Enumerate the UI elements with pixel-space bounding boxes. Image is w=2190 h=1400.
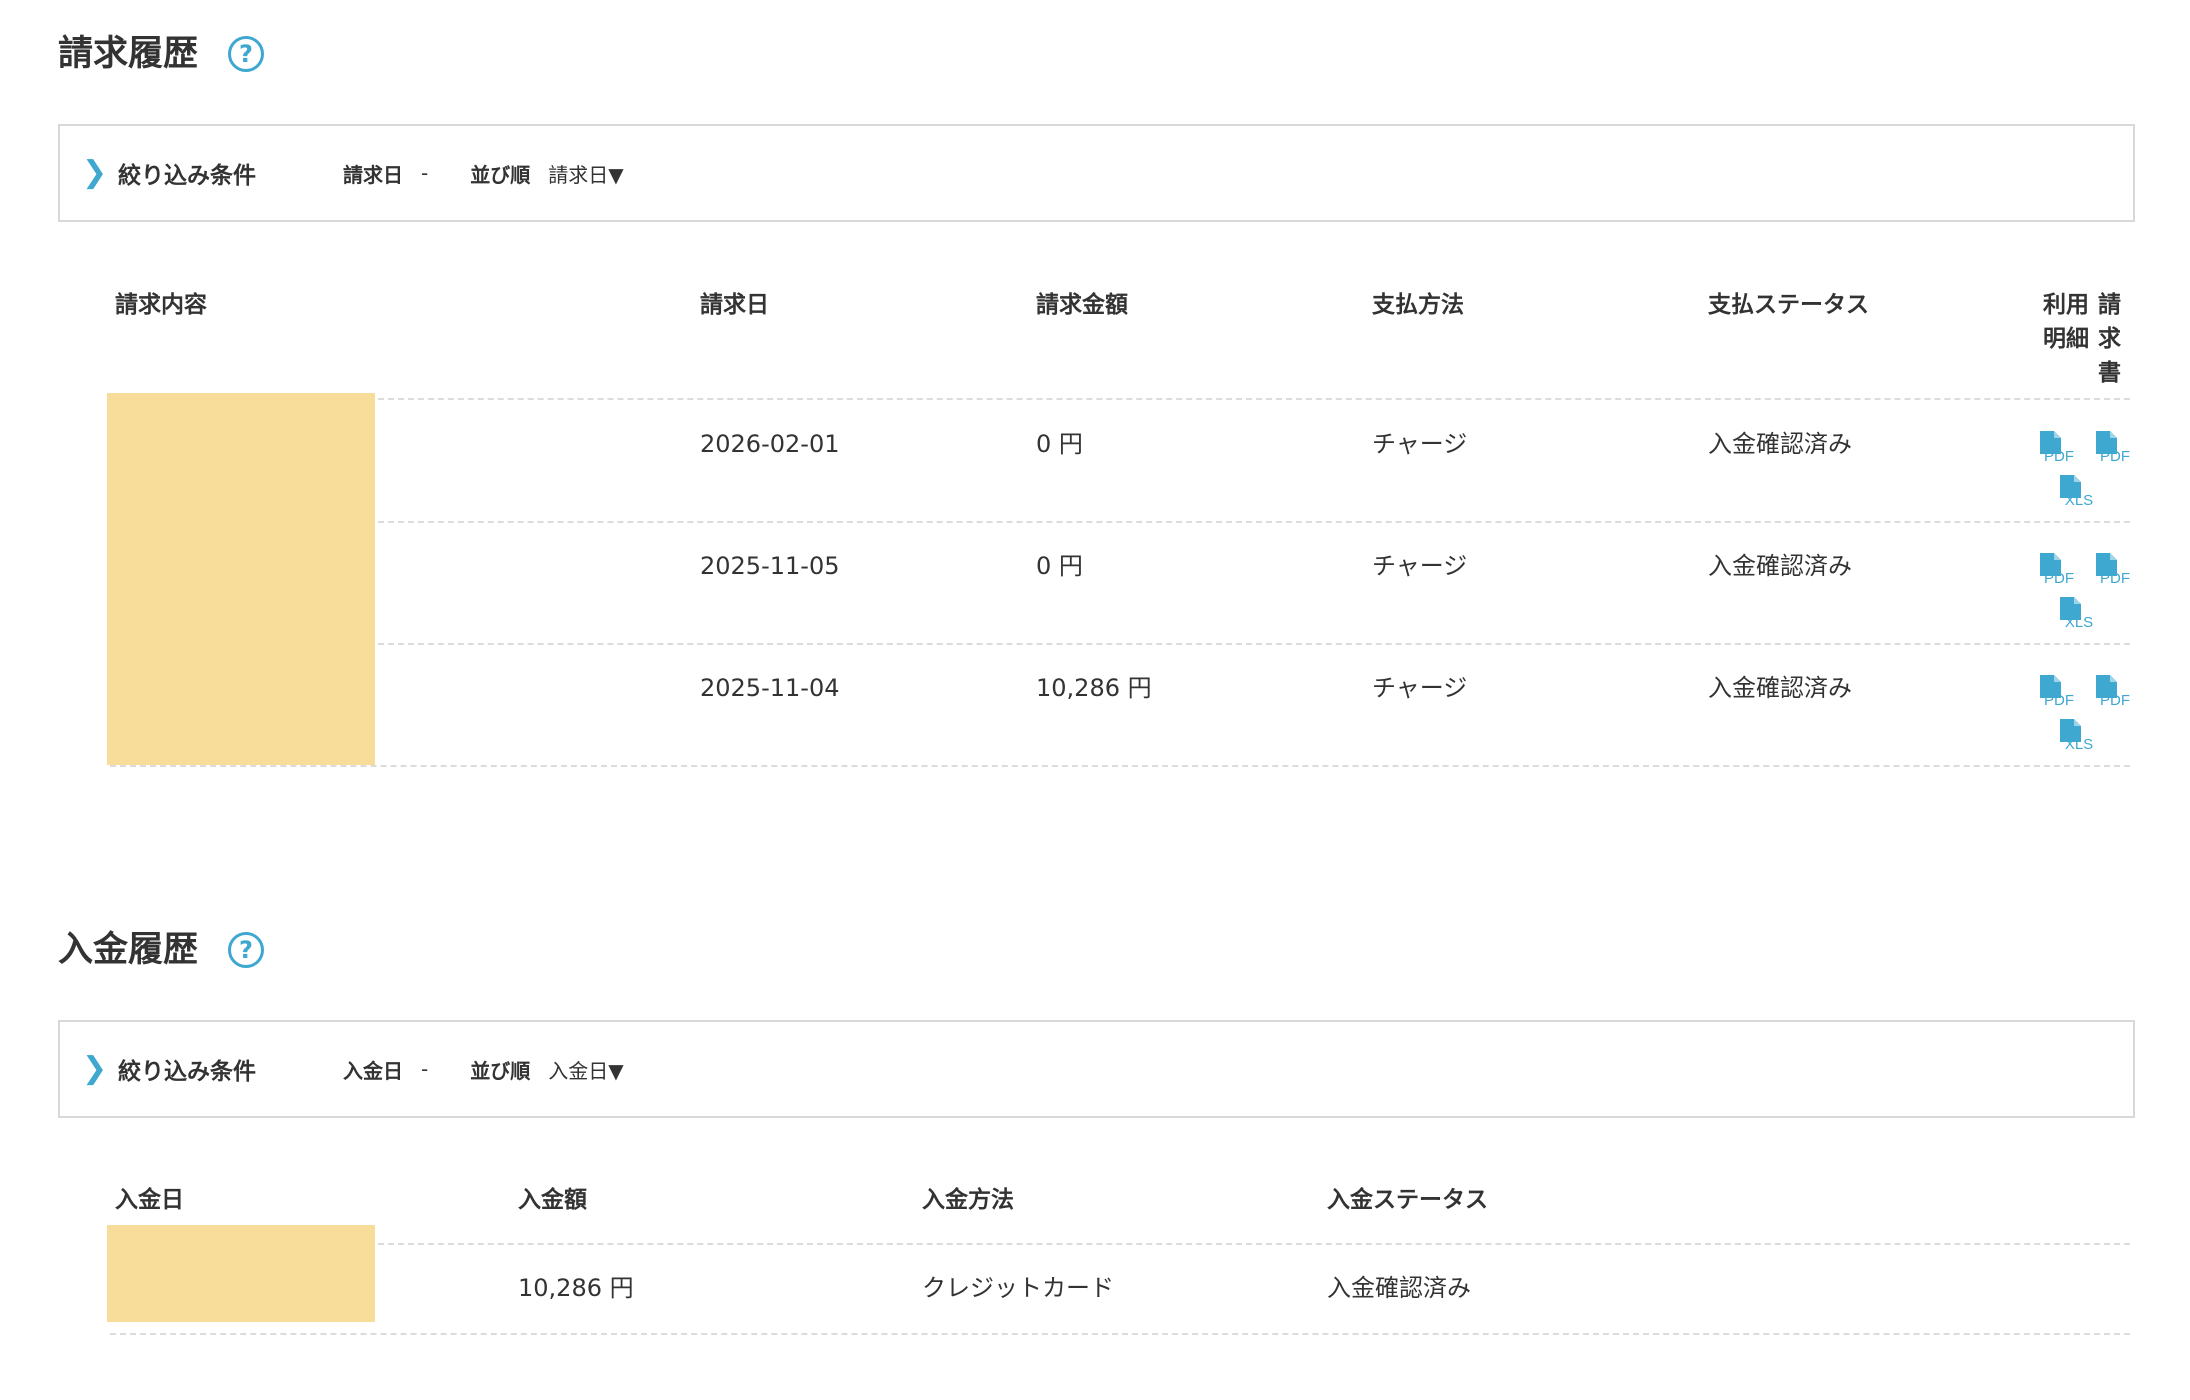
row-divider	[378, 398, 2130, 400]
file-type-label: XLS	[2065, 614, 2093, 630]
sort-order-label: 並び順	[470, 1058, 531, 1083]
payment-status-cell: 入金確認済み	[1708, 674, 1852, 702]
chevron-right-icon[interactable]: ❯	[82, 1054, 114, 1084]
payment-status-cell: 入金確認済み	[1708, 552, 1852, 580]
payment-method-cell: チャージ	[1372, 430, 1468, 458]
payment-method-cell: クレジットカード	[922, 1274, 1114, 1302]
file-icon-graphic: XLS	[2060, 475, 2093, 509]
file-icon-graphic: PDF	[2096, 553, 2130, 587]
billing-date-filter-label: 請求日	[343, 162, 403, 187]
sort-order-value[interactable]: 入金日▼	[548, 1055, 623, 1084]
column-header-usage-line2: 明細	[2043, 326, 2089, 352]
payment-method-cell: チャージ	[1372, 552, 1468, 580]
file-type-label: PDF	[2100, 570, 2130, 586]
billing-amount-cell: 0 円	[1036, 430, 1083, 458]
billing-history-title-text: 請求履歴	[58, 33, 199, 74]
sort-order-value[interactable]: 請求日▼	[548, 159, 623, 188]
column-header-billing-date: 請求日	[700, 292, 769, 318]
file-icon-graphic: PDF	[2096, 675, 2130, 709]
column-header-payment-date: 入金日	[115, 1187, 184, 1213]
file-type-label: PDF	[2044, 692, 2074, 708]
file-type-label: XLS	[2065, 492, 2093, 508]
file-icon-graphic: PDF	[2040, 675, 2074, 709]
payment-filter-bar[interactable]: ❯ 絞り込み条件 入金日 - 並び順 入金日▼	[58, 1020, 2135, 1118]
usage-pdf-download-icon[interactable]: PDF	[2038, 552, 2078, 587]
row-divider	[378, 1243, 2130, 1245]
column-header-invoice-line3: 書	[2098, 360, 2121, 386]
usage-xls-download-icon[interactable]: XLS	[2058, 474, 2098, 509]
payment-date-filter-label: 入金日	[343, 1058, 403, 1083]
usage-xls-download-icon[interactable]: XLS	[2058, 718, 2098, 753]
column-header-payment-method: 支払方法	[1372, 292, 1464, 318]
payment-date-filter-value: -	[421, 1057, 429, 1081]
column-header-usage-line1: 利用	[2043, 292, 2089, 318]
file-type-label: PDF	[2100, 448, 2130, 464]
invoice-pdf-download-icon[interactable]: PDF	[2094, 552, 2134, 587]
file-type-label: PDF	[2100, 692, 2130, 708]
payment-status-cell: 入金確認済み	[1327, 1274, 1471, 1302]
column-header-payment-status: 支払ステータス	[1708, 292, 1869, 318]
billing-date-cell: 2026-02-01	[700, 430, 840, 458]
billing-history-title: 請求履歴 ?	[58, 33, 265, 74]
file-type-label: PDF	[2044, 448, 2074, 464]
payment-history-title-text: 入金履歴	[58, 929, 199, 970]
column-header-payment-method: 入金方法	[922, 1187, 1014, 1213]
billing-amount-cell: 0 円	[1036, 552, 1083, 580]
help-icon[interactable]: ?	[228, 932, 265, 968]
payment-amount-cell: 10,286 円	[518, 1274, 634, 1302]
file-icon-graphic: XLS	[2060, 719, 2093, 753]
file-type-label: PDF	[2044, 570, 2074, 586]
file-type-label: XLS	[2065, 736, 2093, 752]
row-divider	[110, 1333, 2130, 1335]
redacted-content-block	[107, 1225, 375, 1322]
invoice-pdf-download-icon[interactable]: PDF	[2094, 674, 2134, 709]
file-icon-graphic: PDF	[2096, 431, 2130, 465]
billing-amount-cell: 10,286 円	[1036, 674, 1152, 702]
usage-xls-download-icon[interactable]: XLS	[2058, 596, 2098, 631]
invoice-pdf-download-icon[interactable]: PDF	[2094, 430, 2134, 465]
filter-toggle-label[interactable]: 絞り込み条件	[118, 1052, 343, 1086]
row-divider	[378, 521, 2130, 523]
payment-history-title: 入金履歴 ?	[58, 929, 265, 970]
column-header-content: 請求内容	[115, 292, 207, 318]
filter-toggle-label[interactable]: 絞り込み条件	[118, 156, 343, 190]
column-header-invoice-line1: 請	[2098, 292, 2121, 318]
usage-pdf-download-icon[interactable]: PDF	[2038, 430, 2078, 465]
help-icon[interactable]: ?	[228, 36, 265, 72]
redacted-content-block	[107, 393, 375, 765]
row-divider	[378, 643, 2130, 645]
chevron-right-icon[interactable]: ❯	[82, 158, 114, 188]
billing-date-filter-value: -	[421, 161, 429, 185]
payment-method-cell: チャージ	[1372, 674, 1468, 702]
billing-date-cell: 2025-11-05	[700, 552, 840, 580]
column-header-billing-amount: 請求金額	[1036, 292, 1128, 318]
payment-status-cell: 入金確認済み	[1708, 430, 1852, 458]
billing-filter-bar[interactable]: ❯ 絞り込み条件 請求日 - 並び順 請求日▼	[58, 124, 2135, 222]
file-icon-graphic: PDF	[2040, 553, 2074, 587]
row-divider	[110, 765, 2130, 767]
column-header-payment-status: 入金ステータス	[1327, 1187, 1488, 1213]
file-icon-graphic: PDF	[2040, 431, 2074, 465]
usage-pdf-download-icon[interactable]: PDF	[2038, 674, 2078, 709]
billing-date-cell: 2025-11-04	[700, 674, 840, 702]
file-icon-graphic: XLS	[2060, 597, 2093, 631]
sort-order-label: 並び順	[470, 162, 531, 187]
column-header-payment-amount: 入金額	[518, 1187, 587, 1213]
column-header-invoice-line2: 求	[2098, 326, 2121, 352]
